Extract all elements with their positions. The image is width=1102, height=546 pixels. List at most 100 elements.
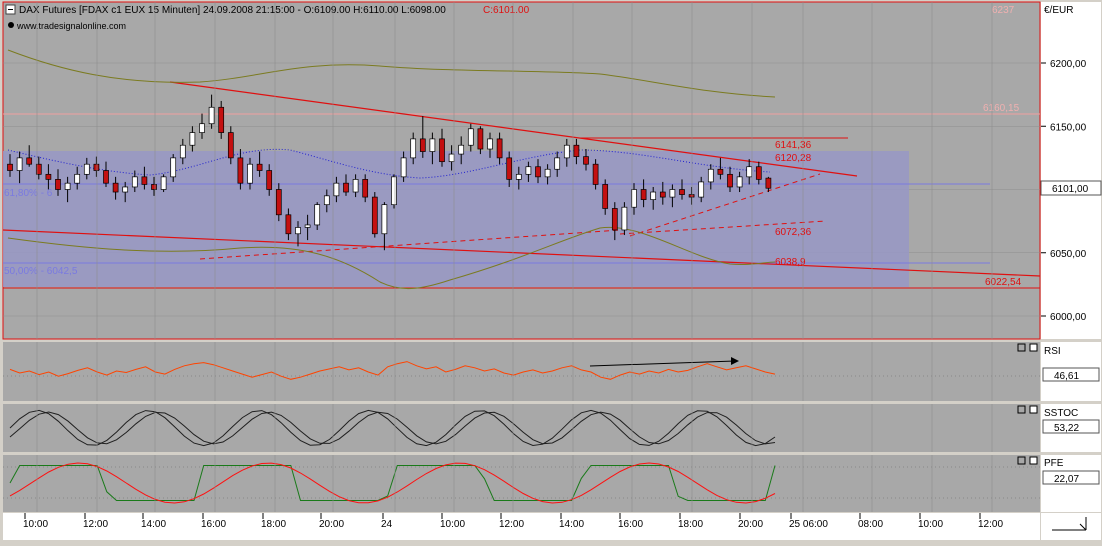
candle-bear bbox=[583, 156, 589, 165]
candle-bull bbox=[160, 176, 167, 190]
candle-bear bbox=[45, 173, 52, 180]
time-tick-label: 20:00 bbox=[319, 519, 344, 530]
candle-bull bbox=[122, 186, 129, 193]
candle-bull bbox=[314, 204, 321, 226]
candle-bull bbox=[487, 138, 493, 150]
candle-bear bbox=[218, 106, 225, 133]
time-tick-label: 12:00 bbox=[83, 519, 108, 530]
pfe-maximize-icon[interactable] bbox=[1029, 456, 1038, 465]
fib-61-label: 61,80% - 6 bbox=[4, 188, 53, 199]
price-tick-label: 6050,00 bbox=[1050, 249, 1087, 260]
candle-bull bbox=[698, 181, 705, 198]
candle-bear bbox=[659, 191, 666, 198]
candle-bull bbox=[467, 128, 474, 146]
rsi-name: RSI bbox=[1044, 346, 1061, 357]
candle-bull bbox=[179, 144, 186, 159]
price-tick-label: 6000,00 bbox=[1050, 312, 1087, 323]
candle-bear bbox=[371, 196, 378, 235]
price-tick-label: 6200,00 bbox=[1050, 59, 1087, 70]
candle-bear bbox=[506, 157, 513, 180]
candle-bear bbox=[343, 182, 349, 193]
copyright-icon bbox=[8, 22, 14, 28]
candle-bull bbox=[515, 173, 522, 180]
candle-bear bbox=[93, 163, 100, 171]
candle-bear bbox=[611, 208, 618, 231]
watermark: www.tradesignalonline.com bbox=[16, 21, 126, 31]
time-tick-label: 14:00 bbox=[141, 519, 166, 530]
time-tick-label: 18:00 bbox=[678, 519, 703, 530]
trading-chart-window: 61,80% - 6 50,00% - 6042,5 6160,15 6141,… bbox=[0, 0, 1102, 541]
candle-bear bbox=[151, 184, 157, 190]
candle-bear bbox=[266, 170, 273, 190]
level-6120-label: 6120,28 bbox=[775, 153, 812, 164]
candle-bear bbox=[727, 173, 733, 188]
rsi-panel[interactable] bbox=[3, 342, 1040, 401]
chart-svg[interactable]: 61,80% - 6 50,00% - 6042,5 6160,15 6141,… bbox=[0, 0, 1102, 541]
candle-bear bbox=[275, 189, 282, 216]
candle-bull bbox=[391, 176, 397, 206]
candle-bear bbox=[362, 179, 369, 198]
candle-bull bbox=[400, 157, 407, 178]
price-tick-label: 6150,00 bbox=[1050, 122, 1087, 133]
candle-bull bbox=[429, 138, 436, 152]
sstoc-value: 53,22 bbox=[1054, 423, 1079, 434]
sstoc-name: SSTOC bbox=[1044, 408, 1078, 419]
candle-bear bbox=[419, 138, 426, 152]
pfe-name: PFE bbox=[1044, 458, 1064, 469]
time-tick-label: 10:00 bbox=[440, 519, 465, 530]
candle-bull bbox=[707, 168, 714, 183]
current-price-label: 6101,00 bbox=[1052, 184, 1089, 195]
candle-bear bbox=[602, 184, 609, 209]
candle-bull bbox=[16, 157, 23, 171]
candle-bull bbox=[563, 144, 570, 159]
level-6022-label: 6022,54 bbox=[985, 277, 1022, 288]
candle-bear bbox=[496, 138, 503, 159]
price-axis[interactable] bbox=[1041, 2, 1101, 339]
candle-bear bbox=[26, 157, 33, 165]
time-tick-label: 14:00 bbox=[559, 519, 584, 530]
candle-bear bbox=[141, 176, 148, 185]
candle-bull bbox=[208, 106, 215, 125]
candle-bear bbox=[227, 132, 234, 159]
candle-bull bbox=[131, 176, 138, 188]
time-tick-label: 25 06:00 bbox=[789, 519, 828, 530]
level-6038-label: 6038,9 bbox=[775, 257, 806, 268]
sstoc-maximize-icon[interactable] bbox=[1029, 405, 1038, 414]
time-tick-label: 12:00 bbox=[978, 519, 1003, 530]
candle-bear bbox=[755, 166, 762, 180]
candle-bull bbox=[304, 224, 311, 228]
sstoc-panel[interactable] bbox=[3, 404, 1040, 452]
candle-bull bbox=[410, 138, 417, 159]
candle-bull bbox=[381, 204, 388, 235]
scroll-corner bbox=[1041, 513, 1101, 540]
candle-bull bbox=[669, 189, 676, 198]
candle-bull bbox=[170, 157, 177, 178]
currency-unit: €/EUR bbox=[1044, 5, 1073, 16]
candle-bull bbox=[650, 191, 657, 200]
time-tick-label: 16:00 bbox=[201, 519, 226, 530]
candle-bear bbox=[592, 163, 599, 185]
candle-bear bbox=[717, 168, 724, 175]
candle-bull bbox=[199, 123, 205, 133]
candle-bull bbox=[295, 227, 301, 235]
candle-bull bbox=[525, 166, 532, 175]
candle-bear bbox=[237, 157, 244, 184]
candle-bull bbox=[83, 163, 90, 175]
time-tick-label: 24 bbox=[381, 519, 393, 530]
pfe-panel[interactable] bbox=[3, 455, 1040, 512]
time-tick-label: 08:00 bbox=[858, 519, 883, 530]
candle-bull bbox=[458, 144, 465, 155]
candle-bull bbox=[746, 166, 753, 178]
candle-bear bbox=[285, 214, 292, 235]
candle-bear bbox=[256, 163, 263, 171]
candle-bear bbox=[765, 177, 772, 189]
candle-bull bbox=[323, 195, 330, 206]
candle-bear bbox=[439, 138, 445, 163]
fib-50-label: 50,00% - 6042,5 bbox=[4, 266, 78, 277]
pfe-value: 22,07 bbox=[1054, 474, 1079, 485]
candle-bear bbox=[103, 170, 109, 184]
time-tick-label: 18:00 bbox=[261, 519, 286, 530]
time-tick-label: 10:00 bbox=[23, 519, 48, 530]
rsi-maximize-icon[interactable] bbox=[1029, 343, 1038, 352]
candle-bear bbox=[688, 194, 695, 198]
